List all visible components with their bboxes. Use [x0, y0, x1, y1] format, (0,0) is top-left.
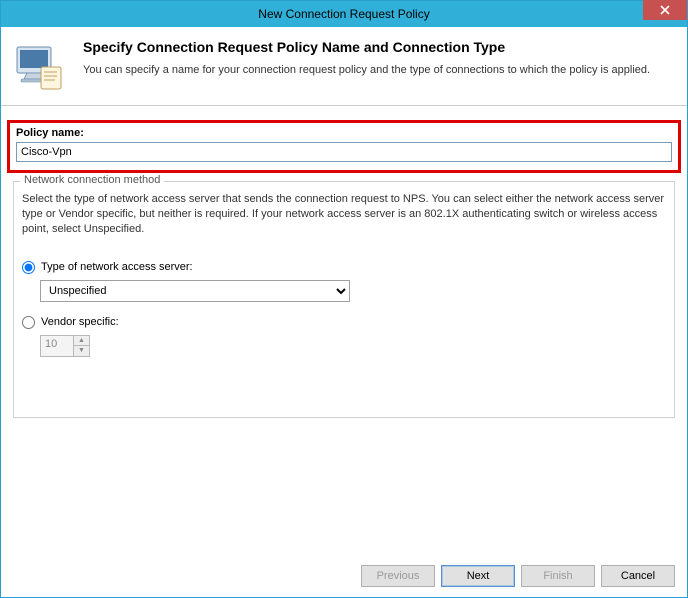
previous-button: Previous [361, 565, 435, 587]
page-subtitle: You can specify a name for your connecti… [83, 63, 650, 78]
network-method-description: Select the type of network access server… [22, 192, 666, 237]
vendor-spinner-wrap: 10 ▲ ▼ [40, 335, 666, 357]
vendor-spinner-value: 10 [41, 336, 73, 356]
network-method-legend: Network connection method [20, 174, 164, 186]
next-button[interactable]: Next [441, 565, 515, 587]
vendor-spinner-buttons: ▲ ▼ [73, 336, 89, 356]
policy-icon [11, 39, 65, 93]
policy-name-section: Policy name: [7, 120, 681, 173]
button-bar: Previous Next Finish Cancel [361, 565, 675, 587]
policy-name-input[interactable] [16, 142, 672, 162]
type-select[interactable]: Unspecified [40, 280, 350, 302]
cancel-button[interactable]: Cancel [601, 565, 675, 587]
vendor-radio[interactable] [22, 316, 35, 329]
vendor-radio-label: Vendor specific: [41, 316, 119, 328]
policy-name-label: Policy name: [16, 127, 672, 139]
window-title: New Connection Request Policy [258, 7, 429, 21]
close-button[interactable] [643, 0, 687, 20]
divider [1, 105, 687, 106]
type-radio[interactable] [22, 261, 35, 274]
header-text: Specify Connection Request Policy Name a… [83, 39, 650, 93]
finish-button: Finish [521, 565, 595, 587]
titlebar: New Connection Request Policy [1, 1, 687, 27]
page-title: Specify Connection Request Policy Name a… [83, 39, 650, 55]
type-radio-row[interactable]: Type of network access server: [22, 261, 666, 274]
wizard-window: New Connection Request Policy Specif [0, 0, 688, 598]
header: Specify Connection Request Policy Name a… [1, 27, 687, 105]
spinner-down-icon: ▼ [74, 346, 89, 356]
type-radio-label: Type of network access server: [41, 261, 193, 273]
wizard-content: Specify Connection Request Policy Name a… [1, 27, 687, 418]
vendor-spinner: 10 ▲ ▼ [40, 335, 90, 357]
close-icon [660, 5, 670, 15]
vendor-radio-row[interactable]: Vendor specific: [22, 316, 666, 329]
network-method-fieldset: Network connection method Select the typ… [13, 181, 675, 418]
spinner-up-icon: ▲ [74, 336, 89, 347]
